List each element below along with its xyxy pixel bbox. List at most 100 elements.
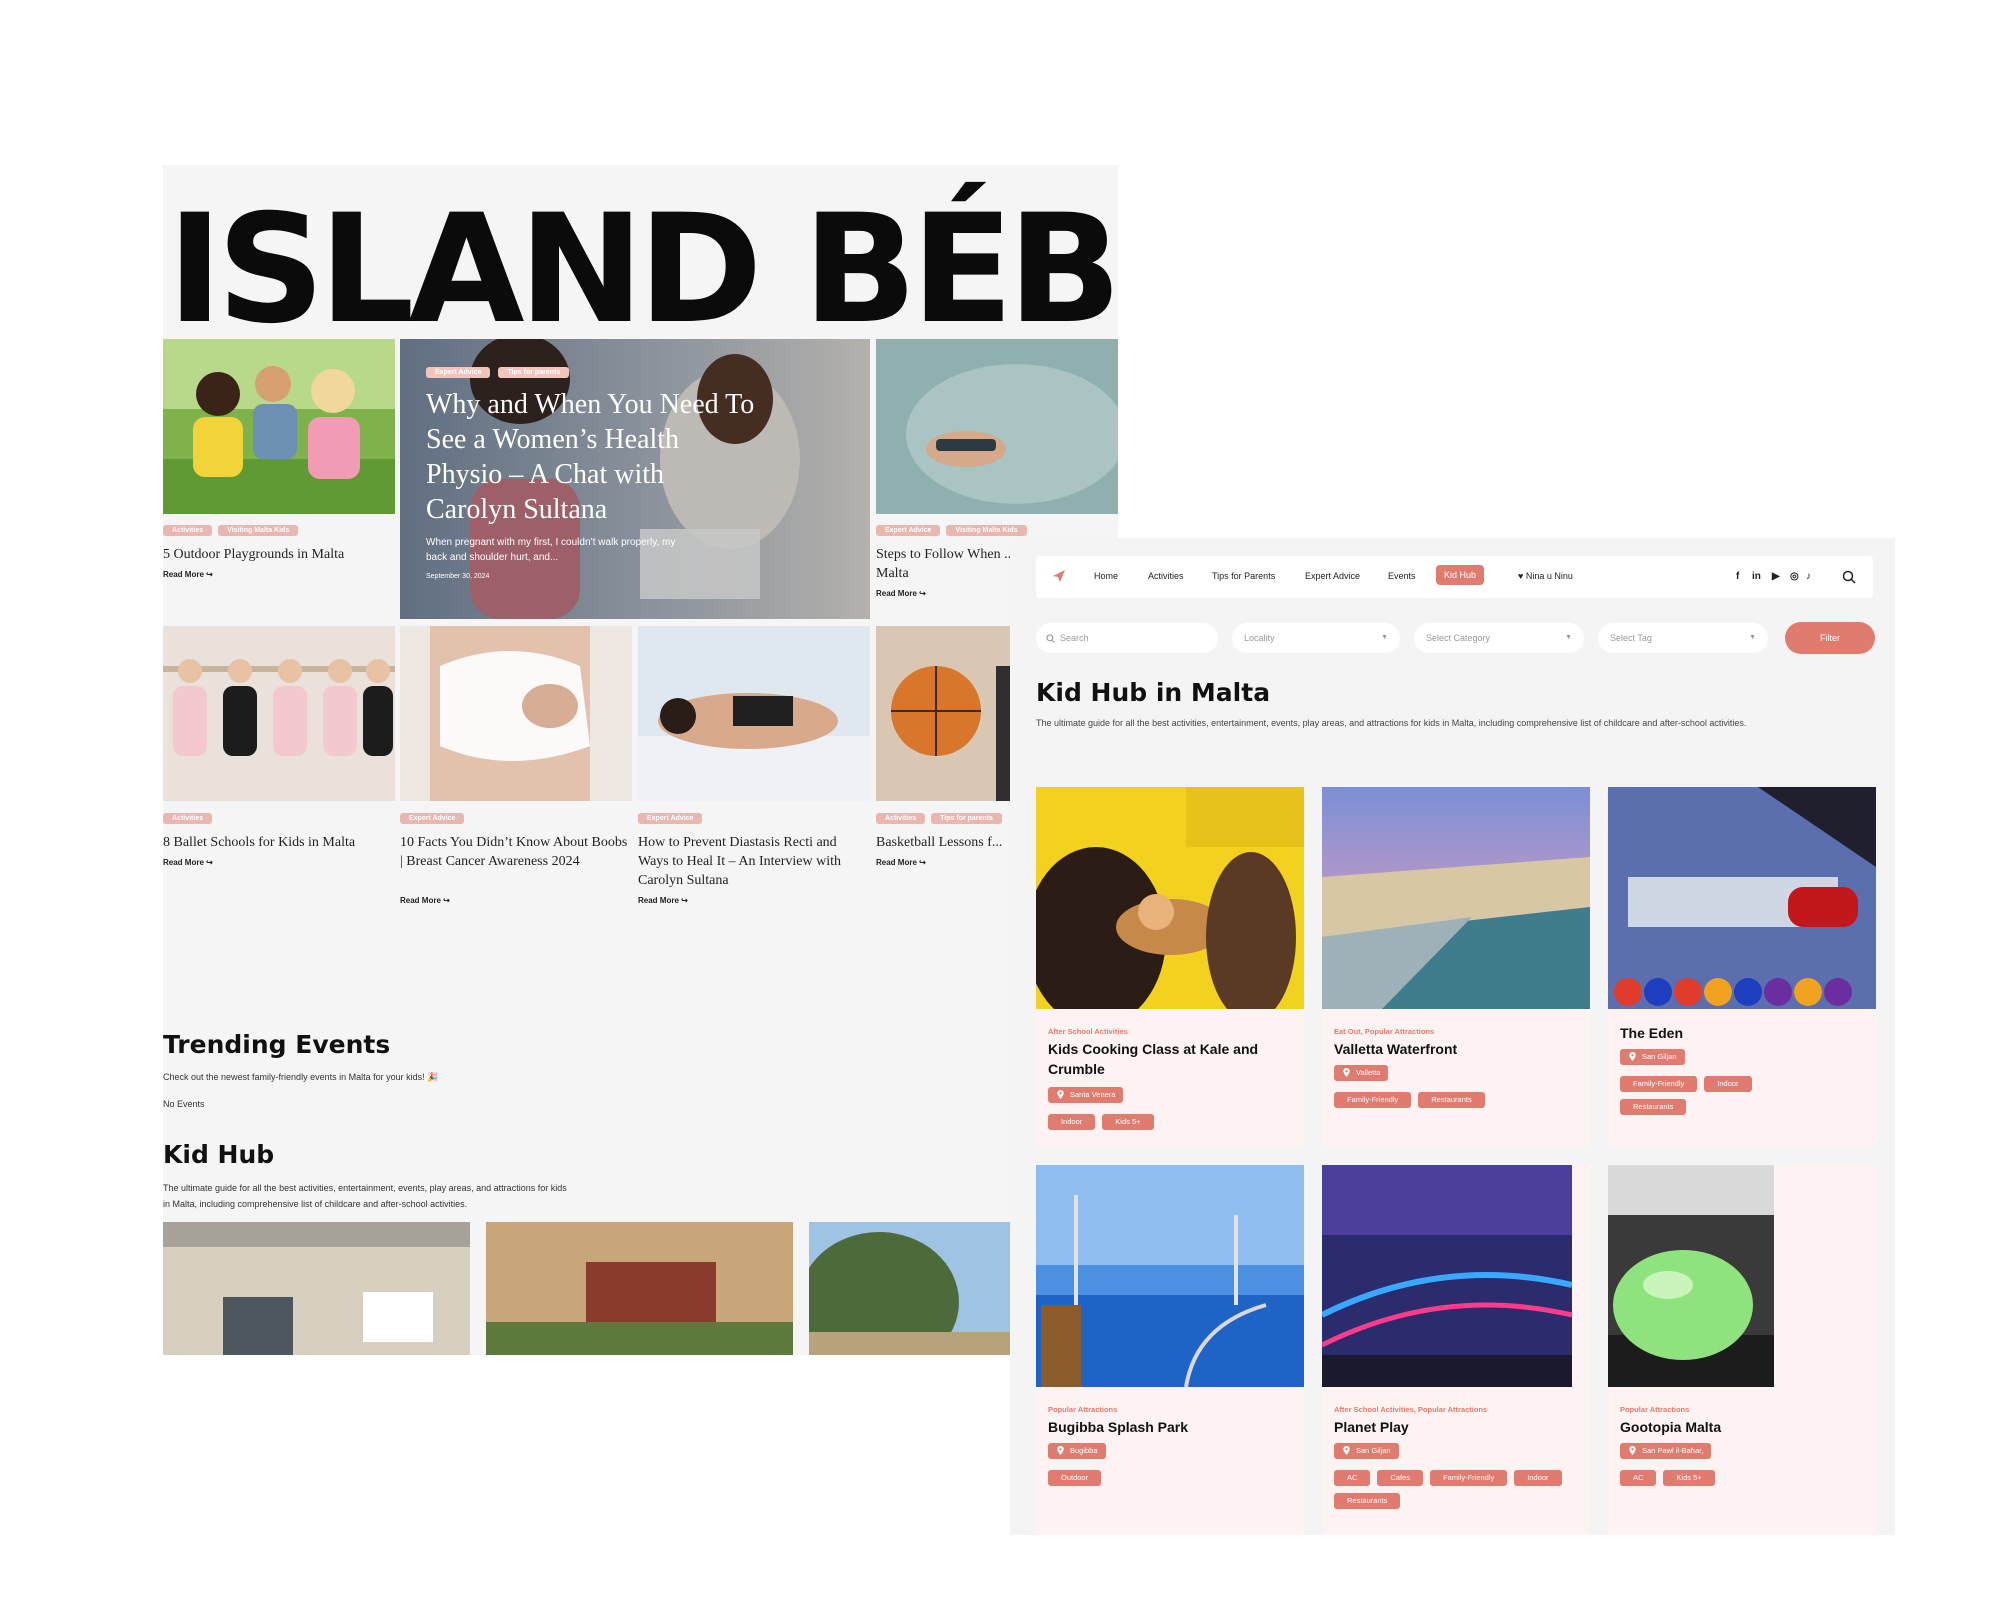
listing-name[interactable]: Kids Cooking Class at Kale and Crumble [1048, 1039, 1288, 1079]
tag[interactable]: Tips for parents [931, 813, 1002, 824]
read-more-link[interactable]: Read More ↪ [876, 858, 926, 867]
tag-chip[interactable]: Kids 5+ [1102, 1114, 1154, 1130]
locality-select[interactable]: Locality ▼ [1232, 623, 1400, 653]
tag[interactable]: Expert Advice [638, 813, 703, 824]
listing-card[interactable]: After School Activities Kids Cooking Cla… [1036, 787, 1304, 1146]
tag[interactable]: Expert Advice [426, 367, 491, 378]
post-image-diastasis[interactable] [638, 626, 870, 801]
listing-name[interactable]: Gootopia Malta [1620, 1417, 1860, 1437]
logo-icon[interactable] [1052, 569, 1066, 583]
tag-chip[interactable]: Family-Friendly [1334, 1092, 1412, 1108]
tag-chip[interactable]: Outdoor [1048, 1470, 1102, 1486]
listing-image[interactable] [1036, 787, 1304, 1009]
tag-chip[interactable]: Family-Friendly [1430, 1470, 1508, 1486]
post-image-playgrounds[interactable] [163, 339, 395, 514]
tag[interactable]: Expert Advice [876, 525, 941, 536]
post-title[interactable]: Steps to Follow When ... Malta [876, 545, 1016, 583]
post-tags: Expert Advice Visiting Malta Kids [876, 525, 1027, 536]
youtube-icon[interactable]: ▶ [1772, 571, 1780, 582]
chevron-down-icon: ▼ [1381, 634, 1388, 641]
read-more-link[interactable]: Read More ↪ [163, 858, 213, 867]
listing-location[interactable]: Valletta [1334, 1065, 1389, 1081]
nav-home[interactable]: Home [1094, 571, 1118, 581]
read-more-link[interactable]: Read More ↪ [876, 589, 926, 598]
chevron-down-icon: ▼ [1749, 634, 1756, 641]
facebook-icon[interactable]: f [1736, 571, 1739, 582]
tag[interactable]: Expert Advice [400, 813, 465, 824]
listing-card[interactable]: Eat Out, Popular Attractions Valletta Wa… [1322, 787, 1590, 1146]
listing-image[interactable] [1036, 1165, 1304, 1387]
post-image-ballet[interactable] [163, 626, 395, 801]
post-title[interactable]: 8 Ballet Schools for Kids in Malta [163, 833, 393, 852]
site-logo[interactable]: ISLAND BÉBÉ [167, 195, 1118, 345]
listing-location[interactable]: Bugibba [1048, 1443, 1106, 1459]
kidhub-image-2[interactable] [486, 1222, 793, 1355]
nav-expert-advice[interactable]: Expert Advice [1305, 571, 1360, 581]
listing-card[interactable]: After School Activities, Popular Attract… [1322, 1165, 1590, 1535]
listing-name[interactable]: Valletta Waterfront [1334, 1039, 1574, 1059]
nav-events[interactable]: Events [1388, 571, 1416, 581]
search-input[interactable]: Search [1036, 623, 1218, 653]
nav-activities[interactable]: Activities [1148, 571, 1184, 581]
tag[interactable]: Visiting Malta Kids [218, 525, 299, 536]
listing-card[interactable]: The Eden San Giljan Family-Friendly Indo… [1608, 787, 1876, 1146]
tag[interactable]: Activities [876, 813, 926, 824]
listing-location[interactable]: Santa Venera [1048, 1087, 1124, 1103]
tag-chip[interactable]: Restaurants [1620, 1099, 1687, 1115]
post-title[interactable]: 10 Facts You Didn’t Know About Boobs | B… [400, 833, 632, 871]
location-pin-icon [1343, 1068, 1350, 1077]
tag-chip[interactable]: Family-Friendly [1620, 1076, 1698, 1092]
listing-tags: Outdoor [1048, 1470, 1286, 1486]
listing-location[interactable]: San Pawl il-Baħar, [1620, 1443, 1712, 1459]
search-icon [1046, 634, 1055, 643]
tag-chip[interactable]: Indoor [1704, 1076, 1752, 1092]
tag[interactable]: Tips for parents [498, 367, 570, 378]
tag-chip[interactable]: AC [1620, 1470, 1657, 1486]
post-image-breast[interactable] [400, 626, 632, 801]
linkedin-icon[interactable]: in [1752, 571, 1761, 582]
read-more-link[interactable]: Read More ↪ [638, 896, 688, 905]
nav-nina-u-ninu[interactable]: ♥ Nina u Ninu [1518, 571, 1573, 581]
tiktok-icon[interactable]: ♪ [1806, 571, 1811, 582]
tag-chip[interactable]: Kids 5+ [1663, 1470, 1715, 1486]
tag-chip[interactable]: Indoor [1514, 1470, 1562, 1486]
post-title[interactable]: How to Prevent Diastasis Recti and Ways … [638, 833, 870, 890]
nav-tips-for-parents[interactable]: Tips for Parents [1212, 571, 1275, 581]
tag-chip[interactable]: AC [1334, 1470, 1371, 1486]
listing-image[interactable] [1322, 787, 1590, 1009]
tag-chip[interactable]: Restaurants [1418, 1092, 1485, 1108]
nav-kid-hub[interactable]: Kid Hub [1436, 565, 1485, 585]
tag-chip[interactable]: Indoor [1048, 1114, 1096, 1130]
read-more-link[interactable]: Read More ↪ [400, 896, 450, 905]
tag[interactable]: Activities [163, 525, 213, 536]
listing-image[interactable] [1322, 1165, 1572, 1387]
hero-title[interactable]: Why and When You Need To See a Women’s H… [426, 387, 756, 527]
listing-category: After School Activities, Popular Attract… [1334, 1405, 1488, 1414]
instagram-icon[interactable]: ◎ [1790, 571, 1799, 582]
listing-card[interactable]: Popular Attractions Bugibba Splash Park … [1036, 1165, 1304, 1535]
tag-chip[interactable]: Restaurants [1334, 1493, 1401, 1509]
listing-name[interactable]: The Eden [1620, 1023, 1860, 1043]
listing-name[interactable]: Planet Play [1334, 1417, 1574, 1437]
listing-location[interactable]: San Giljan [1334, 1443, 1399, 1459]
post-image-pregnancy[interactable] [876, 339, 1118, 514]
read-more-link[interactable]: Read More ↪ [163, 570, 213, 579]
tag[interactable]: Visiting Malta Kids [946, 525, 1027, 536]
search-icon[interactable] [1842, 570, 1856, 584]
listing-location[interactable]: San Giljan [1620, 1049, 1685, 1065]
kidhub-image-1[interactable] [163, 1222, 470, 1355]
filter-button[interactable]: Filter [1785, 622, 1875, 654]
post-title[interactable]: 5 Outdoor Playgrounds in Malta [163, 545, 393, 564]
listing-category: Popular Attractions [1620, 1405, 1690, 1414]
listing-image[interactable] [1608, 1165, 1774, 1387]
hero-tags: Expert Advice Tips for parents [426, 367, 570, 378]
hero-post[interactable]: Expert Advice Tips for parents Why and W… [400, 339, 870, 619]
listing-name[interactable]: Bugibba Splash Park [1048, 1417, 1288, 1437]
tag-select[interactable]: Select Tag ▼ [1598, 623, 1768, 653]
heart-icon: ♥ [1518, 571, 1524, 581]
category-select[interactable]: Select Category ▼ [1414, 623, 1584, 653]
tag[interactable]: Activities [163, 813, 213, 824]
listing-card[interactable]: Popular Attractions Gootopia Malta San P… [1608, 1165, 1876, 1535]
listing-image[interactable] [1608, 787, 1876, 1009]
tag-chip[interactable]: Cafes [1377, 1470, 1424, 1486]
